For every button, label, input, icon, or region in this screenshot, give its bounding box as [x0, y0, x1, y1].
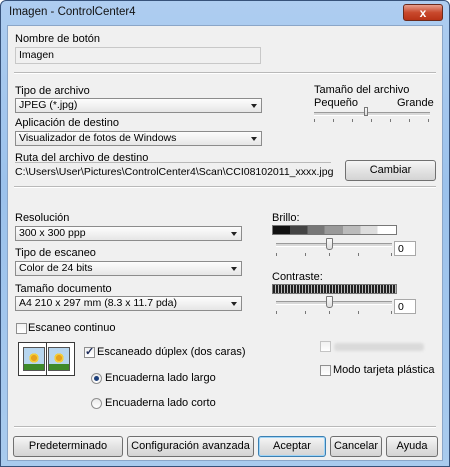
tick	[329, 311, 330, 314]
contrast-value-field[interactable]: 0	[394, 299, 416, 314]
button-name-label: Nombre de botón	[15, 33, 100, 45]
page-right-icon	[48, 347, 70, 371]
brightness-label: Brillo:	[272, 212, 300, 224]
tick	[371, 119, 372, 122]
file-type-value: JPEG (*.jpg)	[19, 99, 78, 111]
divider	[14, 186, 436, 188]
tick	[358, 253, 359, 256]
plastic-card-checkbox[interactable]	[320, 365, 331, 376]
file-size-slider-track[interactable]	[314, 112, 430, 116]
tick	[276, 253, 277, 256]
chevron-down-icon	[231, 232, 237, 236]
tick	[329, 253, 330, 256]
tick	[391, 253, 392, 256]
window: Imagen - ControlCenter4 x Nombre de botó…	[0, 0, 450, 467]
disabled-option-label-blurred	[334, 343, 424, 351]
file-size-min-label: Pequeño	[314, 97, 359, 109]
page-left-icon	[23, 347, 45, 371]
file-size-slider-thumb[interactable]	[364, 107, 368, 116]
chevron-down-icon	[231, 302, 237, 306]
tick	[409, 119, 410, 122]
resolution-select[interactable]: 300 x 300 ppp	[15, 226, 242, 241]
tick	[391, 311, 392, 314]
doc-size-value: A4 210 x 297 mm (8.3 x 11.7 pda)	[19, 297, 177, 309]
short-edge-label: Encuaderna lado corto	[105, 397, 216, 409]
disabled-checkbox	[320, 341, 331, 352]
tick	[276, 311, 277, 314]
doc-size-select[interactable]: A4 210 x 297 mm (8.3 x 11.7 pda)	[15, 296, 242, 311]
button-name-field[interactable]: Imagen	[15, 47, 261, 64]
path-underline	[15, 162, 331, 163]
divider	[14, 426, 436, 428]
close-button[interactable]: x	[403, 4, 443, 21]
dest-app-label: Aplicación de destino	[15, 117, 119, 129]
window-title: Imagen - ControlCenter4	[9, 6, 136, 18]
duplex-book-icon	[18, 342, 75, 376]
title-bar[interactable]: Imagen - ControlCenter4 x	[1, 1, 449, 25]
resolution-label: Resolución	[15, 212, 70, 224]
file-type-select[interactable]: JPEG (*.jpg)	[15, 98, 262, 113]
short-edge-radio[interactable]	[91, 398, 102, 409]
chevron-down-icon	[251, 104, 257, 108]
tick	[333, 119, 334, 122]
contrast-pattern-swatch	[272, 284, 397, 294]
scan-type-label: Tipo de escaneo	[15, 247, 96, 259]
long-edge-radio[interactable]	[91, 373, 102, 384]
default-button[interactable]: Predeterminado	[13, 436, 123, 457]
tick	[428, 119, 429, 122]
contrast-slider-thumb[interactable]	[326, 296, 333, 308]
brightness-slider-thumb[interactable]	[326, 238, 333, 250]
duplex-label: Escaneado dúplex (dos caras)	[97, 346, 246, 358]
tick	[305, 311, 306, 314]
tick	[305, 253, 306, 256]
dest-app-select[interactable]: Visualizador de fotos de Windows	[15, 131, 262, 146]
long-edge-label: Encuaderna lado largo	[105, 372, 216, 384]
tick	[314, 119, 315, 122]
tick	[358, 311, 359, 314]
dest-path-value: C:\Users\User\Pictures\ControlCenter4\Sc…	[15, 166, 334, 178]
contrast-label: Contraste:	[272, 271, 323, 283]
scan-type-select[interactable]: Color de 24 bits	[15, 261, 242, 276]
chevron-down-icon	[251, 137, 257, 141]
duplex-checkbox[interactable]	[84, 345, 95, 358]
contrast-slider-track[interactable]	[276, 301, 392, 305]
doc-size-label: Tamaño documento	[15, 283, 112, 295]
dest-app-value: Visualizador de fotos de Windows	[19, 132, 177, 144]
file-type-label: Tipo de archivo	[15, 85, 90, 97]
accept-button[interactable]: Aceptar	[258, 436, 326, 457]
cancel-button[interactable]: Cancelar	[330, 436, 382, 457]
continuous-scan-checkbox[interactable]	[16, 323, 27, 334]
brightness-value-field[interactable]: 0	[394, 241, 416, 256]
plastic-card-label: Modo tarjeta plástica	[333, 364, 435, 376]
divider	[14, 72, 436, 74]
help-button[interactable]: Ayuda	[386, 436, 438, 457]
scan-type-value: Color de 24 bits	[19, 262, 93, 274]
chevron-down-icon	[231, 267, 237, 271]
advanced-settings-button[interactable]: Configuración avanzada	[127, 436, 254, 457]
continuous-scan-label: Escaneo continuo	[28, 322, 116, 334]
dialog-body: Nombre de botón Imagen Tipo de archivo J…	[7, 25, 443, 461]
tick	[390, 119, 391, 122]
brightness-slider-track[interactable]	[276, 243, 392, 247]
file-size-label: Tamaño del archivo	[314, 84, 410, 96]
file-size-max-label: Grande	[397, 97, 434, 109]
change-path-button[interactable]: Cambiar	[345, 160, 436, 181]
resolution-value: 300 x 300 ppp	[19, 227, 86, 239]
tick	[352, 119, 353, 122]
brightness-gradient-swatch	[272, 225, 397, 235]
